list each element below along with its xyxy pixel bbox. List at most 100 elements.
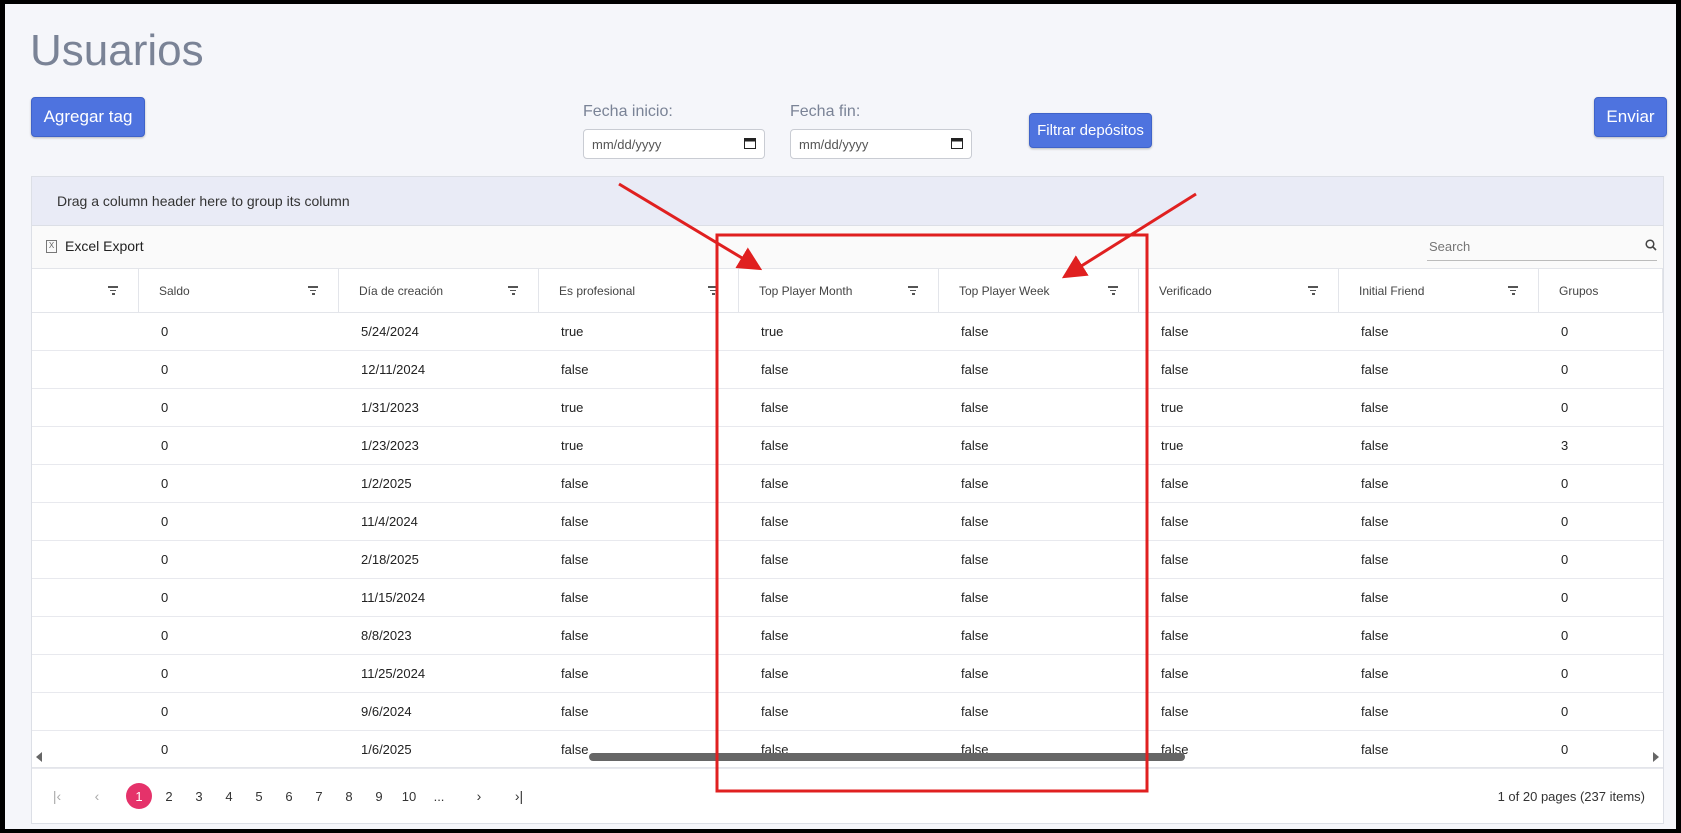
table-row[interactable]: 0 9/6/2024 false false false false false 0 xyxy=(32,693,1663,731)
filter-icon[interactable] xyxy=(508,286,518,295)
table-cell: false xyxy=(761,514,789,529)
search-icon[interactable] xyxy=(1645,238,1657,254)
filter-icon[interactable] xyxy=(908,286,918,295)
filter-icon[interactable] xyxy=(708,286,718,295)
last-page-icon[interactable]: ›| xyxy=(504,788,534,804)
table-cell: 0 xyxy=(161,438,169,453)
page-button[interactable]: 10 xyxy=(396,783,422,809)
scroll-right-icon[interactable] xyxy=(1653,752,1659,762)
filter-icon[interactable] xyxy=(108,286,118,295)
table-row[interactable]: 0 8/8/2023 false false false false false 0 xyxy=(32,617,1663,655)
search-input[interactable] xyxy=(1427,237,1621,255)
page-button[interactable]: 6 xyxy=(276,783,302,809)
column-header[interactable]: Saldo xyxy=(139,269,339,312)
group-panel[interactable]: Drag a column header here to group its c… xyxy=(32,177,1663,226)
send-button[interactable]: Enviar xyxy=(1594,97,1667,137)
column-header[interactable]: Día de creación xyxy=(339,269,539,312)
table-cell: 0 xyxy=(161,666,169,681)
table-cell: false xyxy=(761,628,789,643)
table-cell: false xyxy=(1361,476,1389,491)
grid-toolbar: X Excel Export xyxy=(32,226,1663,269)
column-header-label: Initial Friend xyxy=(1359,283,1425,298)
excel-icon: X xyxy=(46,239,57,253)
excel-export-label: Excel Export xyxy=(65,238,144,254)
column-header[interactable] xyxy=(32,269,139,312)
column-header-label: Saldo xyxy=(159,283,190,298)
horizontal-scrollbar[interactable] xyxy=(32,749,1663,765)
end-date-input[interactable]: mm/dd/yyyy xyxy=(790,129,972,159)
column-header[interactable]: Grupos xyxy=(1539,269,1663,312)
table-cell: false xyxy=(761,666,789,681)
page-button[interactable]: 3 xyxy=(186,783,212,809)
table-row[interactable]: 0 1/31/2023 true false false true false 0 xyxy=(32,389,1663,427)
table-row[interactable]: 0 11/15/2024 false false false false false 0 xyxy=(32,579,1663,617)
app-frame: Usuarios Agregar tag Fecha inicio: mm/dd… xyxy=(5,4,1676,829)
table-cell xyxy=(32,579,139,616)
table-cell xyxy=(32,655,139,692)
column-header[interactable]: Top Player Month xyxy=(739,269,939,312)
excel-export-button[interactable]: X Excel Export xyxy=(46,238,144,254)
table-cell xyxy=(32,351,139,388)
page-title: Usuarios xyxy=(30,26,204,75)
filter-icon[interactable] xyxy=(1508,286,1518,295)
grid-search[interactable] xyxy=(1427,232,1657,261)
table-cell: false xyxy=(961,438,989,453)
end-date-group: Fecha fin: mm/dd/yyyy xyxy=(790,103,972,159)
table-cell: false xyxy=(1161,704,1189,719)
filter-deposits-button[interactable]: Filtrar depósitos xyxy=(1029,113,1152,148)
table-cell: 5/24/2024 xyxy=(361,324,419,339)
page-button[interactable]: 5 xyxy=(246,783,272,809)
column-header-label: Verificado xyxy=(1159,283,1212,298)
more-pages-button[interactable]: ... xyxy=(426,783,452,809)
page-button[interactable]: 1 xyxy=(126,783,152,809)
table-row[interactable]: 0 5/24/2024 true true false false false 0 xyxy=(32,313,1663,351)
column-header[interactable]: Top Player Week xyxy=(939,269,1139,312)
group-panel-text: Drag a column header here to group its c… xyxy=(57,193,350,209)
table-cell xyxy=(32,503,139,540)
prev-page-icon[interactable]: ‹ xyxy=(82,788,112,804)
page-button[interactable]: 7 xyxy=(306,783,332,809)
start-date-input[interactable]: mm/dd/yyyy xyxy=(583,129,765,159)
column-header[interactable]: Initial Friend xyxy=(1339,269,1539,312)
table-cell: false xyxy=(1361,552,1389,567)
table-row[interactable]: 0 1/2/2025 false false false false false 0 xyxy=(32,465,1663,503)
table-row[interactable]: 0 2/18/2025 false false false false false 0 xyxy=(32,541,1663,579)
table-row[interactable]: 0 11/25/2024 false false false false false 0 xyxy=(32,655,1663,693)
table-row[interactable]: 0 12/11/2024 false false false false false 0 xyxy=(32,351,1663,389)
start-date-label: Fecha inicio: xyxy=(583,103,673,120)
scroll-left-icon[interactable] xyxy=(36,752,42,762)
start-date-group: Fecha inicio: mm/dd/yyyy xyxy=(583,103,765,159)
table-cell xyxy=(32,465,139,502)
grid-header-row: Saldo Día de creación Es profesional Top Pl… xyxy=(32,269,1663,313)
next-page-icon[interactable]: › xyxy=(464,788,494,804)
page-button[interactable]: 4 xyxy=(216,783,242,809)
column-header[interactable]: Es profesional xyxy=(539,269,739,312)
table-cell: false xyxy=(1161,666,1189,681)
page-button[interactable]: 2 xyxy=(156,783,182,809)
table-cell: 2/18/2025 xyxy=(361,552,419,567)
table-row[interactable]: 0 1/23/2023 true false false true false 3 xyxy=(32,427,1663,465)
table-row[interactable]: 0 11/4/2024 false false false false false 0 xyxy=(32,503,1663,541)
table-cell: false xyxy=(1161,362,1189,377)
table-cell: false xyxy=(561,628,589,643)
column-header[interactable]: Verificado xyxy=(1139,269,1339,312)
filter-icon[interactable] xyxy=(308,286,318,295)
table-cell: false xyxy=(1161,324,1189,339)
table-cell: false xyxy=(1361,362,1389,377)
table-cell: 0 xyxy=(161,552,169,567)
filter-icon[interactable] xyxy=(1108,286,1118,295)
table-cell: 0 xyxy=(1561,362,1569,377)
table-cell: 0 xyxy=(1561,400,1569,415)
page-button[interactable]: 9 xyxy=(366,783,392,809)
first-page-icon[interactable]: |‹ xyxy=(42,788,72,804)
calendar-icon[interactable] xyxy=(951,137,963,152)
scroll-thumb[interactable] xyxy=(589,753,1185,761)
filter-icon[interactable] xyxy=(1308,286,1318,295)
page-button[interactable]: 8 xyxy=(336,783,362,809)
table-cell: false xyxy=(961,704,989,719)
pager: |‹ ‹ 1 2 3 4 5 6 7 8 9 10... › ›| 1 of 20 pages (… xyxy=(32,767,1663,824)
add-tag-button[interactable]: Agregar tag xyxy=(31,97,145,137)
table-cell: false xyxy=(961,514,989,529)
table-cell: false xyxy=(1161,628,1189,643)
calendar-icon[interactable] xyxy=(744,137,756,152)
